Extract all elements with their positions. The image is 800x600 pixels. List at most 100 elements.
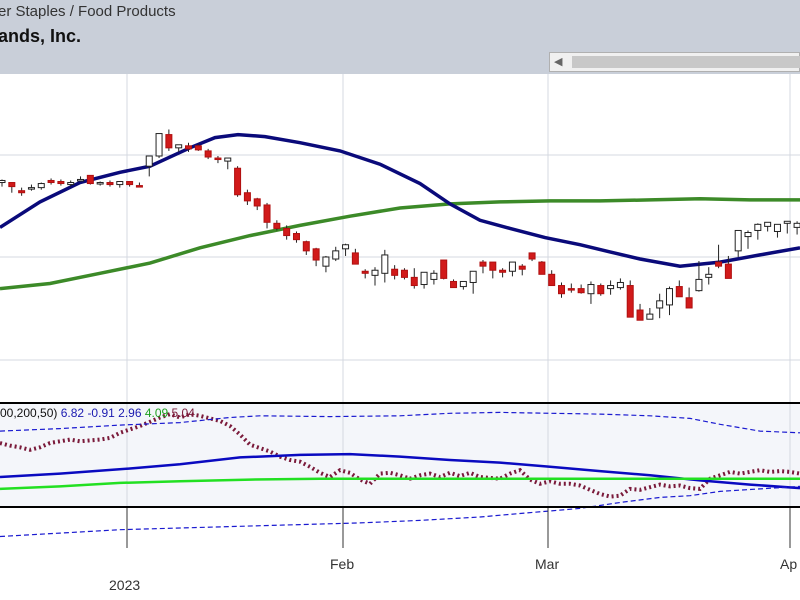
candle-body — [77, 178, 85, 182]
candle-body — [116, 181, 124, 186]
candle-body — [783, 220, 791, 224]
candle-body — [263, 204, 271, 223]
company-title: ands, Inc. — [0, 26, 82, 46]
x-label-apr: Ap — [780, 556, 798, 572]
candle-body — [597, 285, 605, 295]
candle-body — [548, 273, 556, 287]
candle-body — [587, 284, 595, 295]
candle-body — [469, 270, 477, 283]
candle-body — [243, 192, 251, 202]
candle-body — [626, 285, 634, 318]
candle-body — [528, 252, 536, 260]
candle-body — [450, 280, 458, 289]
candle-body — [665, 288, 673, 306]
candle-body — [459, 280, 467, 288]
candle-body — [37, 183, 45, 189]
candle-body — [224, 157, 232, 162]
x-label-mar: Mar — [535, 556, 560, 572]
scroll-left-icon[interactable]: ◀ — [554, 55, 562, 68]
candle-body — [744, 232, 752, 238]
candle-body — [675, 286, 683, 298]
candle-body — [616, 281, 624, 289]
candle-body — [489, 261, 497, 271]
candle-16 — [155, 133, 163, 159]
indicator-value-4: 4.09 — [144, 406, 169, 420]
candle-body — [773, 223, 781, 232]
candle-body — [499, 269, 507, 273]
candle-body — [371, 269, 379, 276]
candle-body — [558, 285, 566, 295]
indicator-value-2: -0.91 — [87, 406, 115, 420]
candle-body — [577, 288, 585, 294]
candle-9 — [86, 174, 94, 185]
candle-body — [8, 182, 16, 188]
candle-body — [656, 300, 664, 309]
candle-body — [695, 278, 703, 292]
candle-body — [175, 144, 183, 149]
candle-body — [106, 182, 114, 186]
candle-body — [204, 150, 212, 158]
candle-body — [126, 181, 134, 186]
candle-body — [518, 265, 526, 270]
candle-64 — [626, 280, 634, 318]
candle-body — [47, 179, 55, 184]
candle-body — [18, 190, 26, 194]
candle-45 — [440, 259, 448, 280]
indicator-value-1: 6.82 — [60, 406, 85, 420]
horizontal-scrollbar[interactable]: ◀ — [549, 52, 800, 72]
candle-body — [410, 276, 418, 287]
candle-body — [705, 273, 713, 278]
candle-body — [440, 259, 448, 279]
candle-41 — [400, 268, 408, 280]
candle-body — [381, 254, 389, 274]
candle-body — [253, 198, 261, 207]
candle-body — [351, 252, 359, 265]
candle-body — [67, 182, 75, 186]
breadcrumb: er Staples / Food Products — [0, 3, 176, 20]
candle-body — [322, 256, 330, 267]
candle-body — [764, 221, 772, 227]
candle-body — [508, 261, 516, 272]
x-label-feb: Feb — [330, 556, 355, 572]
indicator-value-3: 2.96 — [118, 406, 142, 420]
year-label: 2023 — [109, 577, 141, 593]
candle-body — [0, 179, 6, 184]
indicator-value-5: 5.04 — [171, 406, 195, 420]
candle-body — [400, 269, 408, 278]
candle-body — [145, 155, 153, 167]
indicator-params: 00,200,50) — [0, 406, 58, 420]
indicator-legend: 00,200,50) 6.82 -0.91 2.96 4.09 5.04 — [0, 406, 195, 420]
candle-body — [332, 250, 340, 260]
candle-body — [636, 309, 644, 321]
candle-body — [646, 313, 654, 320]
candle-body — [538, 261, 546, 275]
candle-body — [194, 145, 202, 151]
scroll-thumb[interactable] — [572, 56, 800, 68]
candle-body — [479, 261, 487, 267]
chart-area[interactable] — [0, 74, 800, 600]
candle-body — [27, 187, 35, 190]
candle-body — [185, 145, 193, 150]
candle-body — [57, 181, 65, 185]
candle-body — [734, 229, 742, 252]
candle-body — [342, 244, 350, 250]
candle-body — [724, 263, 732, 279]
candle-body — [715, 261, 723, 267]
candle-body — [96, 182, 104, 185]
candle-61 — [597, 283, 605, 296]
candle-body — [135, 185, 143, 188]
candle-body — [312, 248, 320, 261]
candle-body — [234, 167, 242, 196]
candle-body — [86, 174, 94, 185]
candle-body — [302, 241, 310, 252]
candle-body — [420, 271, 428, 286]
price-panel-background — [0, 74, 800, 402]
candle-55 — [538, 261, 546, 275]
candle-body — [155, 133, 163, 157]
candle-body — [685, 297, 693, 309]
candle-body — [273, 222, 281, 229]
candle-body — [793, 222, 800, 228]
candle-body — [283, 227, 291, 237]
candle-body — [292, 233, 300, 241]
candle-24 — [234, 166, 242, 197]
